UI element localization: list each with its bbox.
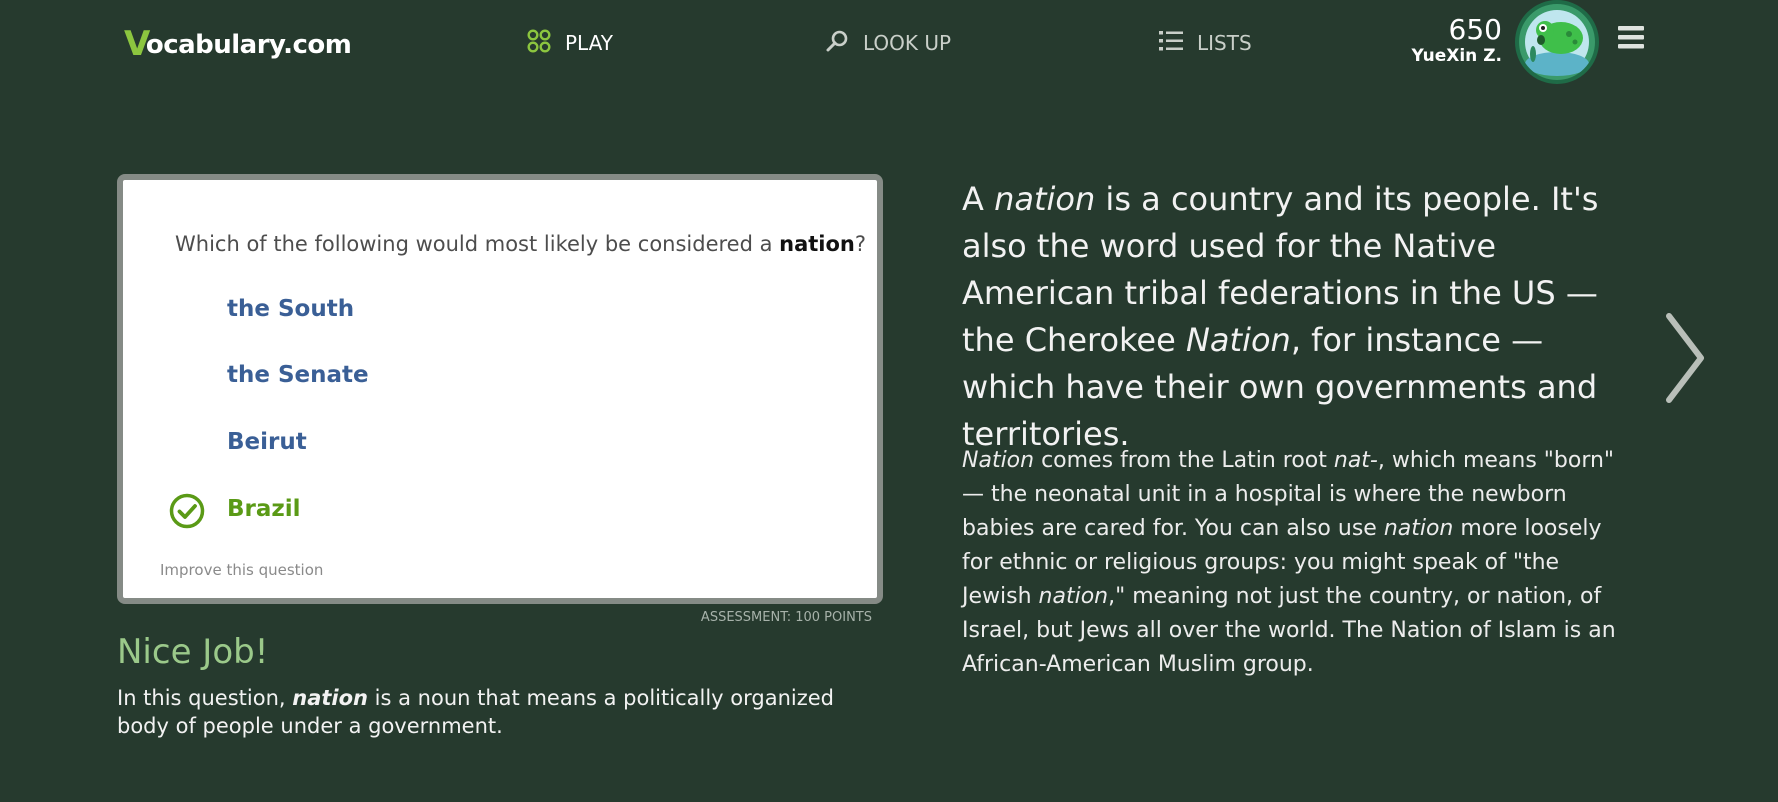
- assessment-label: ASSESSMENT: 100 POINTS: [700, 610, 872, 625]
- short-def-word: Nation: [1185, 321, 1291, 359]
- answer-choice-correct[interactable]: Brazil: [227, 496, 301, 522]
- question-suffix: ?: [854, 232, 867, 256]
- user-name: YueXin Z.: [1411, 46, 1502, 66]
- long-def-word: nation: [1038, 584, 1109, 609]
- long-def-word: nat-: [1333, 448, 1378, 473]
- play-grid-icon: [527, 28, 551, 58]
- list-icon: [1159, 30, 1183, 57]
- feedback-text: In this question, nation is a noun that …: [117, 684, 877, 740]
- nav-lists[interactable]: LISTS: [1159, 28, 1252, 58]
- answer-choice[interactable]: Beirut: [227, 429, 307, 455]
- nav-play[interactable]: PLAY: [527, 28, 613, 58]
- user-points-block[interactable]: 650 YueXin Z.: [1411, 13, 1502, 67]
- nav-lists-label: LISTS: [1197, 31, 1252, 55]
- feedback-word: nation: [292, 686, 368, 710]
- improve-question-link[interactable]: Improve this question: [160, 561, 323, 579]
- long-def-word: nation: [1383, 516, 1454, 541]
- logo-check-mark: V: [124, 24, 150, 64]
- feedback-prefix: In this question,: [117, 686, 293, 710]
- nav-play-label: PLAY: [565, 31, 614, 55]
- short-def-word: nation: [994, 180, 1096, 218]
- check-circle-icon: [169, 493, 205, 533]
- chevron-right-icon[interactable]: [1663, 312, 1707, 408]
- long-definition: Nation comes from the Latin root nat-, w…: [962, 444, 1632, 682]
- avatar[interactable]: [1515, 0, 1599, 84]
- magnifier-icon: [825, 29, 849, 58]
- logo-text: ocabulary.com: [145, 30, 352, 60]
- long-def-text: comes from the Latin root: [1034, 448, 1334, 473]
- short-definition: A nation is a country and its people. It…: [962, 176, 1622, 458]
- frog-avatar-image: [1519, 4, 1595, 80]
- question-word: nation: [779, 232, 855, 256]
- question-card: Which of the following would most likely…: [117, 174, 883, 604]
- long-def-word: Nation: [962, 448, 1035, 473]
- nav-look-up-label: LOOK UP: [863, 31, 952, 55]
- nav-look-up[interactable]: LOOK UP: [825, 28, 951, 58]
- hamburger-icon[interactable]: [1618, 24, 1644, 54]
- answer-choice[interactable]: the Senate: [227, 362, 369, 388]
- feedback-title: Nice Job!: [117, 632, 269, 672]
- vocabulary-logo[interactable]: Vocabulary.com: [124, 22, 352, 64]
- question-text: Which of the following would most likely…: [175, 232, 866, 256]
- answer-choice[interactable]: the South: [227, 296, 354, 322]
- points-value: 650: [1448, 13, 1502, 46]
- short-def-text: A: [962, 180, 995, 218]
- question-prefix: Which of the following would most likely…: [175, 232, 780, 256]
